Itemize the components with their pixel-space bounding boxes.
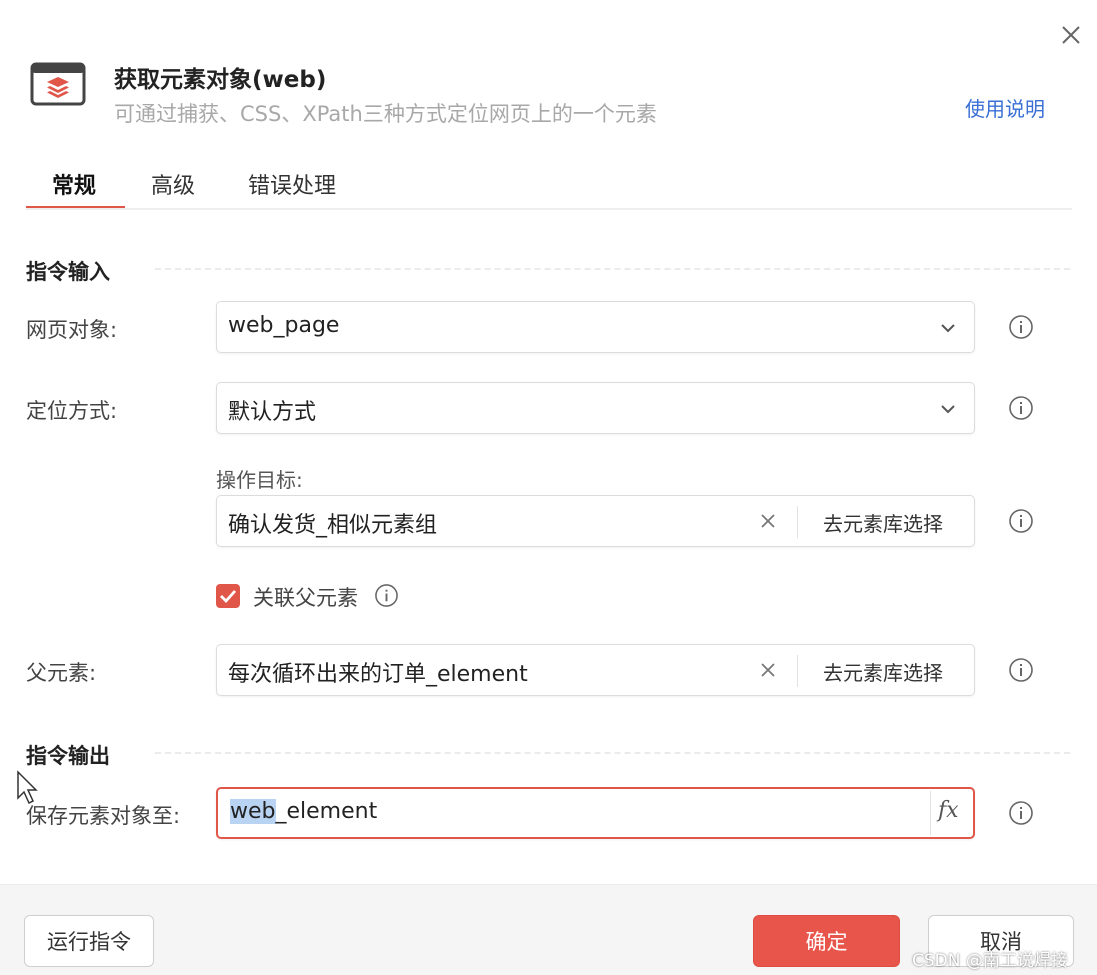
- fx-button[interactable]: fx: [938, 798, 959, 823]
- section-title-input: 指令输入: [26, 260, 110, 284]
- info-icon[interactable]: [1008, 314, 1034, 340]
- field-divider: [797, 506, 798, 538]
- info-icon[interactable]: [1008, 800, 1034, 826]
- tab-error-handling[interactable]: 错误处理: [248, 168, 336, 200]
- tab-bar: 常规 高级 错误处理: [26, 164, 1072, 210]
- field-divider: [930, 791, 931, 835]
- associate-parent-checkbox[interactable]: [216, 584, 240, 608]
- target-label: 操作目标:: [216, 468, 303, 492]
- locate-method-select[interactable]: 默认方式: [216, 382, 975, 434]
- parent-element-label: 父元素:: [26, 661, 97, 685]
- unselected-text: _element: [275, 799, 378, 824]
- get-element-dialog: 获取元素对象(web) 可通过捕获、CSS、XPath三种方式定位网页上的一个元…: [0, 0, 1097, 975]
- locate-method-label: 定位方式:: [26, 399, 118, 423]
- watermark: CSDN @南工说焊接: [912, 951, 1068, 971]
- info-icon[interactable]: [1008, 657, 1034, 683]
- chevron-down-icon[interactable]: [938, 399, 958, 419]
- tab-advanced[interactable]: 高级: [151, 168, 195, 200]
- info-icon[interactable]: [1008, 395, 1034, 421]
- locate-method-value: 默认方式: [228, 400, 317, 425]
- section-title-output: 指令输出: [26, 744, 110, 768]
- section-divider: [155, 752, 1070, 754]
- dialog-subtitle: 可通过捕获、CSS、XPath三种方式定位网页上的一个元素: [114, 102, 657, 126]
- target-field[interactable]: 确认发货_相似元素组 去元素库选择: [216, 495, 975, 547]
- associate-parent-label[interactable]: 关联父元素: [253, 582, 358, 612]
- info-icon[interactable]: [374, 583, 399, 608]
- mouse-cursor-icon: [16, 770, 40, 806]
- choose-from-library-button[interactable]: 去元素库选择: [823, 508, 943, 537]
- clear-icon[interactable]: [757, 510, 779, 532]
- dialog-title: 获取元素对象(web): [114, 67, 327, 93]
- web-page-label: 网页对象:: [26, 318, 118, 342]
- choose-from-library-button[interactable]: 去元素库选择: [823, 657, 943, 686]
- selected-text: web: [230, 799, 276, 824]
- web-page-value: web_page: [228, 313, 340, 338]
- clear-icon[interactable]: [757, 659, 779, 681]
- close-icon[interactable]: [1056, 20, 1086, 50]
- field-divider: [797, 655, 798, 687]
- save-to-value[interactable]: web_element: [230, 799, 377, 824]
- parent-element-value: 每次循环出来的订单_element: [228, 662, 528, 687]
- tab-general[interactable]: 常规: [52, 168, 96, 200]
- target-value: 确认发货_相似元素组: [228, 513, 438, 538]
- ok-button[interactable]: 确定: [753, 915, 900, 967]
- web-page-select[interactable]: web_page: [216, 301, 975, 353]
- run-command-button[interactable]: 运行指令: [24, 915, 154, 967]
- info-icon[interactable]: [1008, 508, 1034, 534]
- chevron-down-icon[interactable]: [938, 318, 958, 338]
- section-divider: [155, 268, 1070, 270]
- browser-layers-icon: [30, 62, 86, 106]
- tabs-divider: [26, 208, 1072, 210]
- save-to-input[interactable]: web_element fx: [216, 787, 975, 839]
- parent-element-field[interactable]: 每次循环出来的订单_element 去元素库选择: [216, 644, 975, 696]
- save-to-label: 保存元素对象至:: [26, 804, 181, 828]
- help-link[interactable]: 使用说明: [965, 93, 1045, 122]
